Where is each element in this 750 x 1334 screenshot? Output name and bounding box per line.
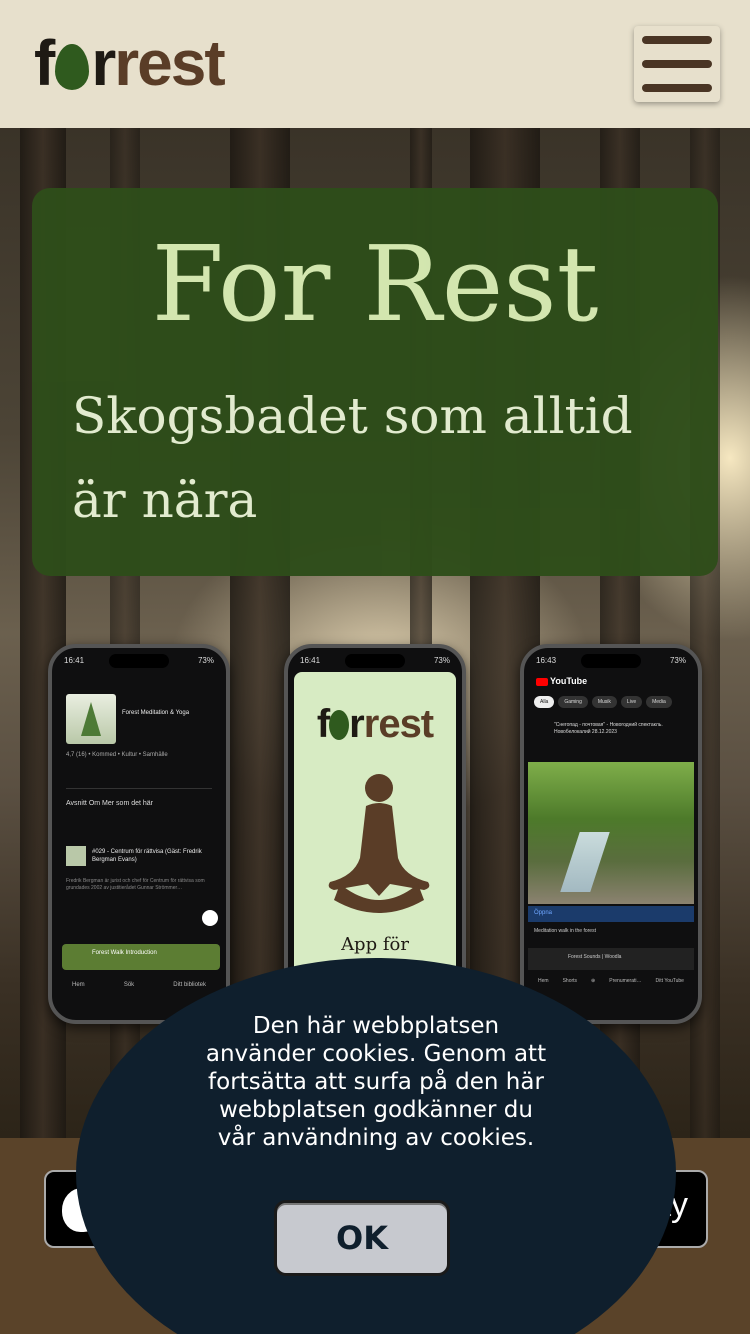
nav-home-label: Hem [72, 982, 85, 988]
waterfall-video-thumbnail [528, 762, 694, 904]
app-caption: App för [341, 934, 409, 955]
play-icon [202, 910, 218, 926]
hero-subtitle: Skogsbadet som alltid är nära [72, 387, 633, 529]
youtube-filter-chips: Alla Gaming Musik Live Media [534, 696, 672, 708]
status-time: 16:43 [536, 656, 557, 665]
phone-notch [345, 654, 405, 668]
leaf-icon [55, 44, 90, 90]
now-playing-bar: Forest Walk Introduction [62, 944, 220, 970]
phone-podcast-screenshot: 16:41 73% Forest Meditation & Yoga 4,7 (… [48, 644, 230, 1024]
podcast-rating: 4,7 (16) • Kommed • Kultur • Samhälle [66, 752, 168, 758]
phone-youtube-screenshot: 16:43 73% YouTube Alla Gaming Musik Live… [520, 644, 702, 1024]
youtube-brand: YouTube [536, 676, 587, 686]
status-battery: 73% [197, 656, 214, 665]
video-title: "Снегопад - почтовая" - Новогодний спект… [554, 722, 663, 735]
nav-shorts-label: Shorts [562, 978, 578, 984]
hamburger-line [642, 84, 712, 92]
open-label: Öppna [528, 906, 694, 922]
hero-card: For Rest Skogsbadet som alltid är nära [32, 188, 718, 576]
chip-live: Live [620, 696, 643, 708]
chip-music: Musik [591, 696, 617, 708]
app-logo-r: r [349, 702, 365, 746]
site-header: f r rest [0, 0, 750, 128]
episode-title: #029 - Centrum för rättvisa (Gäst: Fredr… [92, 849, 202, 863]
podcast-title: Forest Meditation & Yoga [122, 710, 190, 716]
cookie-ok-button[interactable]: OK [274, 1200, 450, 1276]
chip-gaming: Gaming [558, 696, 588, 708]
hero-title: For Rest [151, 223, 599, 345]
nav-you-label: Ditt YouTube [655, 978, 684, 984]
nav-add-icon: ⊕ [591, 978, 596, 984]
mini-player-title: Forest Sounds | Woodla [568, 954, 622, 960]
app-logo: f rrest [294, 704, 456, 744]
status-battery: 73% [433, 656, 450, 665]
leaf-icon [329, 710, 350, 740]
youtube-bottom-nav: Hem Shorts ⊕ Prenumerati… Ditt YouTube [538, 978, 684, 984]
status-battery: 73% [669, 656, 686, 665]
logo-letter-f: f [34, 27, 55, 99]
nav-subscriptions-label: Prenumerati… [609, 978, 642, 984]
phone-notch [581, 654, 641, 668]
podcast-tabs: Avsnitt Om Mer som det här [66, 800, 154, 807]
status-time: 16:41 [300, 656, 321, 665]
app-logo-f: f [316, 702, 330, 746]
podcast-cover-image [66, 694, 116, 744]
chip-all: Alla [534, 696, 555, 708]
logo-letter-r: r [91, 27, 116, 99]
cookie-message: Den här webbplatsen använder cookies. Ge… [205, 1013, 547, 1151]
divider [66, 788, 212, 789]
app-logo-rest: rest [363, 702, 434, 746]
hamburger-menu-icon [642, 36, 712, 44]
chip-media: Media [646, 696, 672, 708]
hamburger-menu-button[interactable] [634, 26, 720, 102]
now-playing-title: Forest Walk Introduction [92, 950, 157, 956]
episode-thumbnail [66, 846, 86, 866]
status-time: 16:41 [64, 656, 85, 665]
nav-search-label: Sök [123, 982, 135, 988]
mini-video-title: Meditation walk in the forest [534, 928, 596, 934]
meditation-figure-icon [328, 774, 430, 913]
hamburger-line [642, 60, 712, 68]
nav-home-label: Hem [538, 978, 549, 984]
forrest-logo[interactable]: f r rest [34, 27, 226, 99]
logo-word-rest: rest [114, 27, 225, 99]
phone-notch [109, 654, 169, 668]
mini-player: Forest Sounds | Woodla [528, 948, 694, 970]
nav-library-label: Ditt bibliotek [173, 982, 206, 988]
podcast-bottom-nav: Hem Sök Ditt bibliotek [72, 982, 206, 988]
episode-description: Fredrik Bergman är jurist och chef för C… [66, 878, 205, 891]
